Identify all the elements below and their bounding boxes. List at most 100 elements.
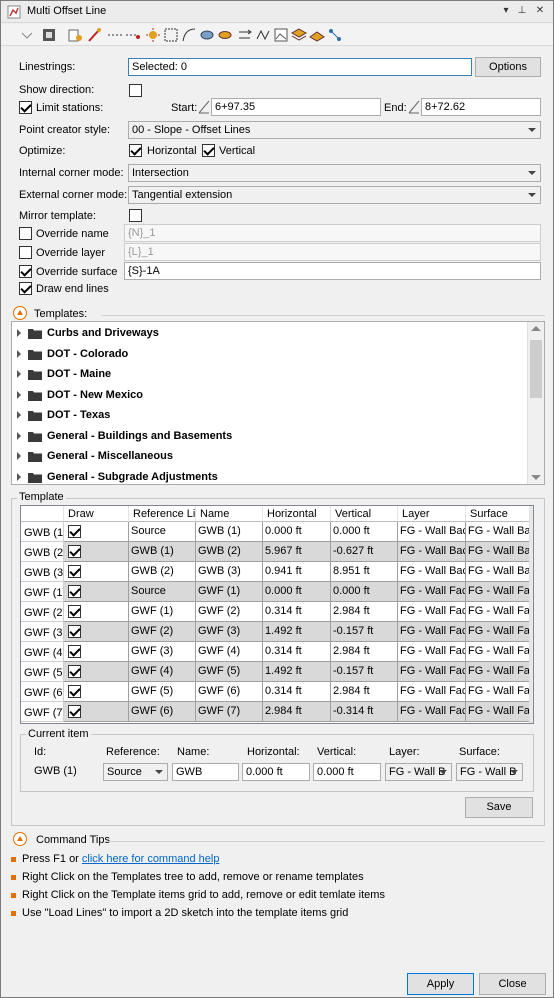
row-header[interactable]: GWB (2) (21, 542, 64, 562)
grid-cell-ref[interactable]: GWF (1) (129, 602, 196, 622)
grid-cell-surface[interactable]: FG - Wall Face (466, 642, 533, 662)
template-items-grid[interactable]: DrawReference LineNameHorizontalVertical… (20, 505, 534, 724)
grid-cell-ref[interactable]: Source (129, 522, 196, 542)
grid-cell-ref[interactable]: Source (129, 582, 196, 602)
close-icon[interactable]: ✕ (533, 4, 547, 18)
grid-cell-surface[interactable]: FG - Wall Face (466, 582, 533, 602)
select-icon[interactable] (41, 27, 57, 43)
station-pick-icon[interactable] (407, 99, 421, 115)
save-button[interactable]: Save (465, 797, 533, 818)
grid-cell-h[interactable]: 0.314 ft (263, 642, 331, 662)
grid-cell-layer[interactable]: FG - Wall Back (398, 562, 466, 582)
draw-checkbox[interactable] (68, 605, 81, 618)
expand-icon[interactable] (17, 390, 21, 399)
templates-scrollbar[interactable] (527, 322, 544, 484)
grid-cell-v[interactable]: 8.951 ft (331, 562, 398, 582)
draw-cell[interactable] (64, 682, 129, 702)
grid-cell-layer[interactable]: FG - Wall Back (398, 542, 466, 562)
grid-cell-v[interactable]: -0.314 ft (331, 702, 398, 722)
horizontal-field[interactable]: 0.000 ft (242, 763, 310, 781)
optimize-vertical-checkbox[interactable] (202, 144, 215, 157)
column-header[interactable]: Surface (466, 506, 533, 522)
linestrings-field[interactable]: Selected: 0 (128, 58, 472, 76)
grid-cell-name[interactable]: GWF (2) (196, 602, 263, 622)
grid-cell-name[interactable]: GWB (2) (196, 542, 263, 562)
override-surface-checkbox[interactable] (19, 265, 32, 278)
wave-icon[interactable] (199, 27, 215, 43)
grid-cell-h[interactable]: 0.314 ft (263, 602, 331, 622)
network-icon[interactable] (327, 27, 343, 43)
surface-icon[interactable] (309, 27, 325, 43)
override-name-checkbox[interactable] (19, 227, 32, 240)
grid-cell-name[interactable]: GWF (6) (196, 682, 263, 702)
expand-icon[interactable] (17, 431, 21, 440)
close-button[interactable]: Close (479, 973, 546, 995)
draw-checkbox[interactable] (68, 585, 81, 598)
show-direction-checkbox[interactable] (129, 84, 142, 97)
row-header[interactable]: GWB (1) (21, 522, 64, 542)
grid-cell-layer[interactable]: FG - Wall Face (398, 662, 466, 682)
override-layer-field[interactable]: {L}_1 (124, 243, 541, 261)
templates-collapse-icon[interactable] (13, 306, 27, 320)
dotted-line-icon[interactable] (107, 27, 123, 43)
grid-cell-name[interactable]: GWB (3) (196, 562, 263, 582)
end-station-field[interactable]: 8+72.62 (421, 98, 541, 116)
grid-cell-v[interactable]: -0.157 ft (331, 622, 398, 642)
expand-icon[interactable] (17, 472, 21, 481)
draw-checkbox[interactable] (68, 525, 81, 538)
grid-cell-h[interactable]: 0.314 ft (263, 682, 331, 702)
override-name-field[interactable]: {N}_1 (124, 224, 541, 242)
mirror-template-checkbox[interactable] (129, 209, 142, 222)
sun-icon[interactable] (145, 27, 161, 43)
scroll-thumb[interactable] (530, 340, 542, 398)
draw-cell[interactable] (64, 622, 129, 642)
grid-cell-h[interactable]: 0.000 ft (263, 522, 331, 542)
grid-cell-name[interactable]: GWB (1) (196, 522, 263, 542)
grid-cell-v[interactable]: 2.984 ft (331, 642, 398, 662)
templates-tree[interactable]: Curbs and Driveways DOT - Colorado DOT - M… (11, 321, 545, 485)
column-header[interactable]: Draw (64, 506, 129, 522)
grid-cell-v[interactable]: 0.000 ft (331, 522, 398, 542)
grid-cell-layer[interactable]: FG - Wall Face (398, 682, 466, 702)
draw-checkbox[interactable] (68, 705, 81, 718)
grid-cell-h[interactable]: 1.492 ft (263, 662, 331, 682)
grid-cell-layer[interactable]: FG - Wall Back (398, 522, 466, 542)
grid-cell-ref[interactable]: GWB (1) (129, 542, 196, 562)
expand-icon[interactable] (17, 329, 21, 337)
grid-cell-layer[interactable]: FG - Wall Face (398, 702, 466, 722)
apply-button[interactable]: Apply (407, 973, 474, 995)
grid-cell-name[interactable]: GWF (7) (196, 702, 263, 722)
reference-select[interactable]: Source (103, 763, 168, 781)
grid-cell-ref[interactable]: GWF (2) (129, 622, 196, 642)
draw-cell[interactable] (64, 522, 129, 542)
grid-cell-ref[interactable]: GWF (6) (129, 702, 196, 722)
grid-cell-layer[interactable]: FG - Wall Face (398, 622, 466, 642)
row-header[interactable]: GWF (4) (21, 642, 64, 662)
expand-icon[interactable] (17, 349, 21, 358)
grid-cell-surface[interactable]: FG - Wall Back (466, 562, 533, 582)
layers-icon[interactable] (291, 27, 307, 43)
grid-cell-v[interactable]: -0.627 ft (331, 542, 398, 562)
draw-cell[interactable] (64, 542, 129, 562)
draw-checkbox[interactable] (68, 565, 81, 578)
draw-checkbox[interactable] (68, 625, 81, 638)
row-header[interactable]: GWF (5) (21, 662, 64, 682)
column-header[interactable]: Horizontal (263, 506, 331, 522)
grid-cell-layer[interactable]: FG - Wall Face (398, 582, 466, 602)
start-station-field[interactable]: 6+97.35 (211, 98, 381, 116)
template-folder[interactable]: DOT - Texas (12, 405, 544, 425)
zigzag-icon[interactable] (255, 27, 271, 43)
grid-cell-layer[interactable]: FG - Wall Face (398, 642, 466, 662)
expand-icon[interactable] (17, 411, 21, 419)
grid-scrollbar[interactable] (529, 506, 533, 723)
column-header[interactable]: Reference Line (129, 506, 196, 522)
column-header[interactable]: Layer (398, 506, 466, 522)
grid-cell-h[interactable]: 5.967 ft (263, 542, 331, 562)
template-folder[interactable]: DOT - Colorado (12, 344, 544, 364)
override-layer-checkbox[interactable] (19, 246, 32, 259)
draw-cell[interactable] (64, 642, 129, 662)
draw-cell[interactable] (64, 602, 129, 622)
dropdown-icon[interactable]: ▾ (499, 4, 513, 18)
grid-cell-h[interactable]: 1.492 ft (263, 622, 331, 642)
pick-line-icon[interactable] (87, 27, 103, 43)
